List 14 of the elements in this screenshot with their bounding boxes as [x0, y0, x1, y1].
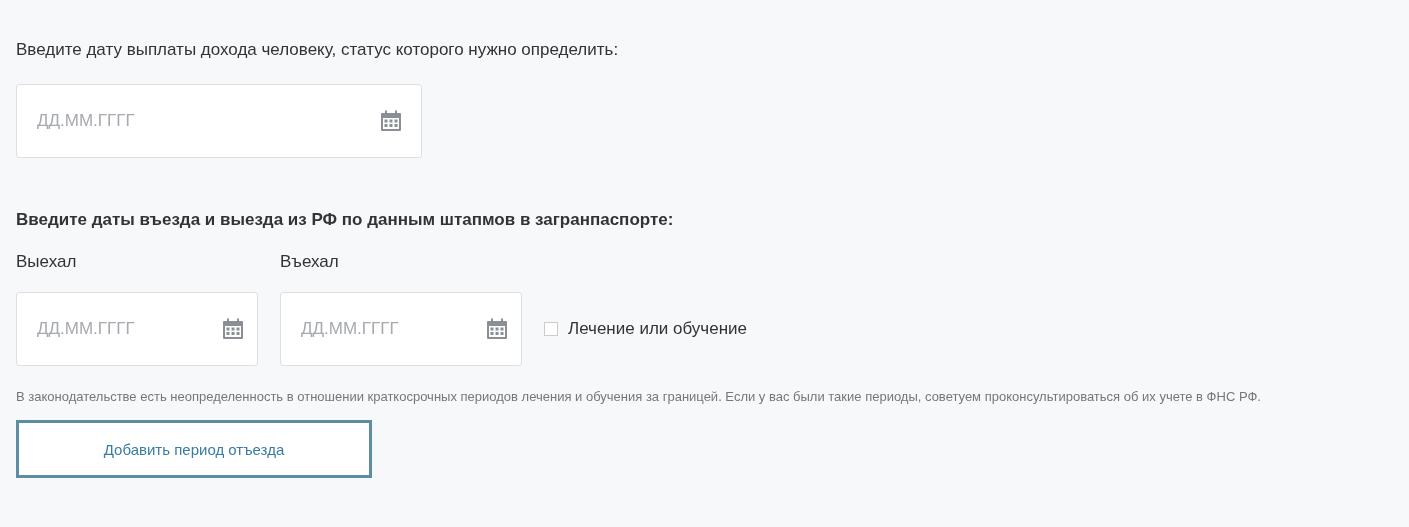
note-text: В законодательстве есть неопределенность в отношении краткосрочных периодов лечения и обучения за границей. Если у вас были такие периоды, советуем проконсультироваться об их учете в ФНС РФ. [16, 388, 1262, 406]
field-label: Въехал [280, 252, 340, 273]
date-field[interactable]: ДД.ММ.ГГГГ [280, 292, 522, 366]
date-field[interactable]: ДД.ММ.ГГГГ [16, 84, 422, 158]
date-field[interactable]: ДД.ММ.ГГГГ [16, 292, 258, 366]
calendar-icon[interactable] [486, 318, 508, 340]
calendar-icon[interactable] [380, 110, 402, 132]
field-label: Выехал [16, 252, 78, 273]
add-period-button[interactable]: Добавить период отъезда [16, 420, 372, 478]
checkbox[interactable] [544, 322, 558, 336]
section-heading: Введите даты въезда и выезда из РФ по данным штапмов в загранпаспорте: [16, 210, 675, 231]
checkbox-label[interactable]: Лечение или обучение [568, 319, 748, 339]
calendar-icon[interactable] [222, 318, 244, 340]
field-label: Введите дату выплаты дохода человеку, статус которого нужно определить: [16, 40, 620, 61]
